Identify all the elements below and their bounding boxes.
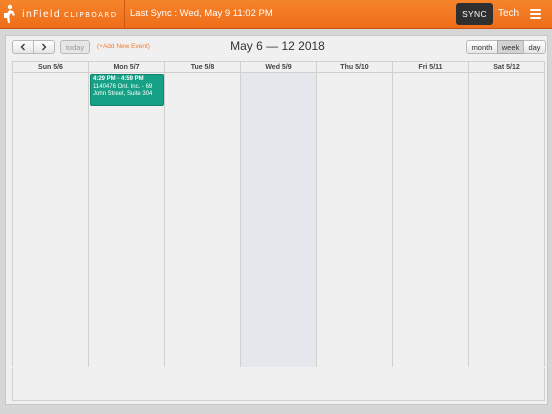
chevron-right-icon <box>42 43 47 51</box>
day-body[interactable] <box>469 73 544 367</box>
day-body[interactable] <box>89 73 164 367</box>
header-divider <box>124 0 125 29</box>
day-header: Tue 5/8 <box>165 62 240 73</box>
day-column-tue[interactable]: Tue 5/8 <box>165 62 241 367</box>
day-column-thu[interactable]: Thu 5/10 <box>317 62 393 367</box>
view-day-button[interactable]: day <box>523 40 546 54</box>
day-column-fri[interactable]: Fri 5/11 <box>393 62 469 367</box>
logo-figure-icon <box>4 4 15 23</box>
day-body-today[interactable] <box>241 73 316 367</box>
calendar-event[interactable]: 4:29 PM - 4:59 PM 1140476 Ont. Inc. - 69… <box>90 74 164 106</box>
day-header: Sun 5/6 <box>13 62 88 73</box>
sync-button[interactable]: SYNC <box>456 3 493 25</box>
calendar-footer <box>12 368 545 401</box>
day-header: Wed 5/9 <box>241 62 316 73</box>
chevron-left-icon <box>20 43 25 51</box>
day-body[interactable] <box>393 73 468 367</box>
view-week-button[interactable]: week <box>497 40 524 54</box>
day-header: Sat 5/12 <box>469 62 544 73</box>
event-title: 1140476 Ont. Inc. - 69 John Street, Suit… <box>93 83 153 98</box>
calendar-panel: today (+Add New Event) May 6 — 12 2018 m… <box>5 35 548 405</box>
next-week-button[interactable] <box>33 40 55 54</box>
top-bar: inField CLIPBOARD Last Sync : Wed, May 9 … <box>0 0 552 29</box>
day-body[interactable] <box>165 73 240 367</box>
day-header: Thu 5/10 <box>317 62 392 73</box>
today-button[interactable]: today <box>60 40 90 54</box>
day-header: Mon 5/7 <box>89 62 164 73</box>
last-sync-text: Last Sync : Wed, May 9 11:02 PM <box>130 8 273 19</box>
view-month-button[interactable]: month <box>466 40 498 54</box>
day-column-wed[interactable]: Wed 5/9 <box>241 62 317 367</box>
day-column-sat[interactable]: Sat 5/12 <box>469 62 545 367</box>
user-menu-label[interactable]: Tech <box>498 8 519 19</box>
day-header: Fri 5/11 <box>393 62 468 73</box>
day-body[interactable] <box>13 73 88 367</box>
day-column-mon[interactable]: Mon 5/7 4:29 PM - 4:59 PM 1140476 Ont. I… <box>89 62 165 367</box>
logo-text: inField CLIPBOARD <box>22 8 118 20</box>
day-body[interactable] <box>317 73 392 367</box>
app-logo: inField CLIPBOARD <box>3 4 118 24</box>
prev-week-button[interactable] <box>12 40 34 54</box>
day-column-sun[interactable]: Sun 5/6 <box>13 62 89 367</box>
week-grid: Sun 5/6 Mon 5/7 4:29 PM - 4:59 PM 114047… <box>12 61 545 367</box>
add-new-event-link[interactable]: (+Add New Event) <box>97 43 150 50</box>
event-time: 4:29 PM - 4:59 PM <box>93 76 144 82</box>
hamburger-menu-icon[interactable] <box>530 9 541 19</box>
